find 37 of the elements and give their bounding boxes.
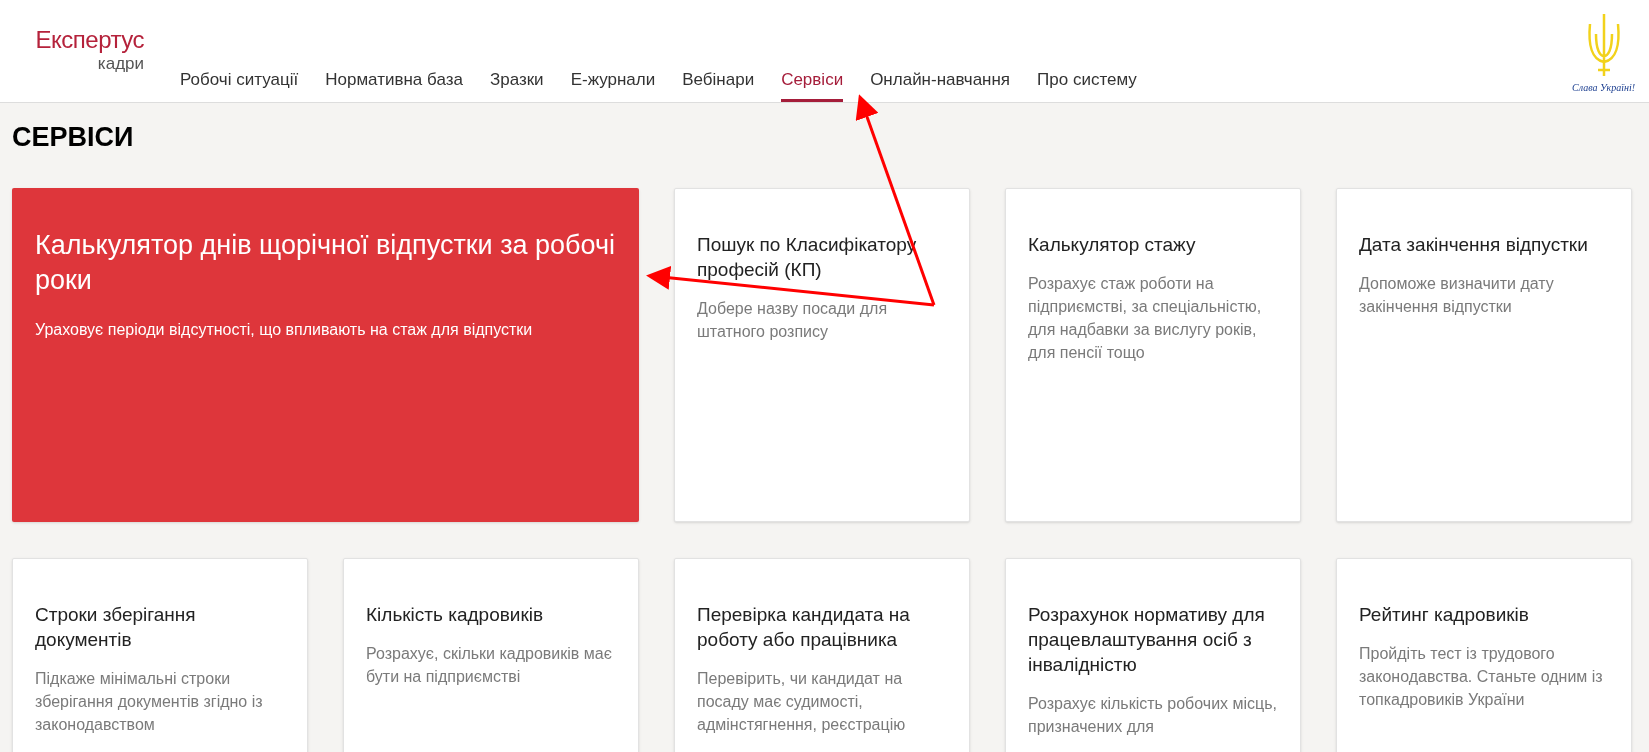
card-title: Калькулятор стажу bbox=[1028, 233, 1197, 257]
card-description: Перевірить, чи кандидат на посаду має судимості, адмінстягнення, реєстрацію bbox=[697, 669, 907, 735]
nav-tab[interactable]: Е-журнали bbox=[570, 70, 656, 102]
nav-tab[interactable]: Про систему bbox=[1037, 70, 1137, 102]
card-description: Ураховує періоди відсутності, що впливають на стаж для відпустки bbox=[35, 320, 534, 340]
card-description: Розрахує стаж роботи на підприємстві, за спеціальністю, для надбавки за вислугу років, для пенсії тощо bbox=[1028, 274, 1263, 363]
logo-name: Експертус bbox=[35, 26, 144, 54]
card-title: Строки зберігання документів bbox=[35, 603, 197, 652]
card-title: Дата закінчення відпустки bbox=[1359, 233, 1589, 257]
logo-subtitle: кадри bbox=[97, 54, 144, 74]
card-title: Кількість кадровиків bbox=[366, 603, 545, 627]
card-title: Розрахунок нормативу для працевлаштування осіб з інвалідністю bbox=[1028, 603, 1266, 677]
emblem-caption: Слава Україні! bbox=[1572, 81, 1635, 95]
card-title: Перевірка кандидата на роботу або працівника bbox=[697, 603, 911, 652]
nav-tab[interactable]: Сервіси bbox=[781, 70, 844, 102]
featured-service-card[interactable]: Калькулятор днів щорічної відпустки за робочі роки Ураховує періоди відсутності, що впливають на стаж для відпустки bbox=[12, 188, 639, 522]
service-card[interactable]: Розрахунок нормативу для працевлаштування осіб з інвалідністю Розрахує кількість робочих місць, призначених для bbox=[1005, 558, 1301, 752]
page-title: СЕРВІСИ bbox=[12, 121, 135, 153]
service-card[interactable]: Калькулятор стажу Розрахує стаж роботи на підприємстві, за спеціальністю, для надбавки за вислугу років, для пенсії тощо bbox=[1005, 188, 1301, 522]
card-description: Допоможе визначити дату закінчення відпустки bbox=[1359, 274, 1555, 317]
card-title: Рейтинг кадровиків bbox=[1359, 603, 1530, 627]
nav-tab[interactable]: Зразки bbox=[489, 70, 544, 102]
service-card[interactable]: Перевірка кандидата на роботу або працівника Перевірить, чи кандидат на посаду має судимості, адмінстягнення, реєстрацію bbox=[674, 558, 970, 752]
card-title: Калькулятор днів щорічної відпустки за робочі роки bbox=[35, 229, 616, 297]
service-card[interactable]: Дата закінчення відпустки Допоможе визначити дату закінчення відпустки bbox=[1336, 188, 1632, 522]
card-description: Розрахує, скільки кадровиків має бути на підприємстві bbox=[366, 644, 613, 687]
nav-tab[interactable]: Нормативна база bbox=[325, 70, 463, 102]
card-description: Підкаже мінімальні строки зберігання документів згідно із законодавством bbox=[35, 669, 264, 735]
nav-tab[interactable]: Вебінари bbox=[682, 70, 755, 102]
service-card[interactable]: Рейтинг кадровиків Пройдіть тест із трудового законодавства. Станьте одним із топкадровиків України bbox=[1336, 558, 1632, 752]
card-description: Добере назву посади для штатного розпису bbox=[697, 299, 889, 342]
service-card[interactable]: Кількість кадровиків Розрахує, скільки кадровиків має бути на підприємстві bbox=[343, 558, 639, 752]
card-description: Розрахує кількість робочих місць, призначених для bbox=[1028, 694, 1278, 737]
nav-tab[interactable]: Робочі ситуації bbox=[180, 70, 299, 102]
service-card[interactable]: Строки зберігання документів Підкаже мінімальні строки зберігання документів згідно із законодавством bbox=[12, 558, 308, 752]
nav-tab[interactable]: Онлайн-навчання bbox=[870, 70, 1011, 102]
card-description: Пройдіть тест із трудового законодавства. Станьте одним із топкадровиків України bbox=[1359, 644, 1604, 710]
